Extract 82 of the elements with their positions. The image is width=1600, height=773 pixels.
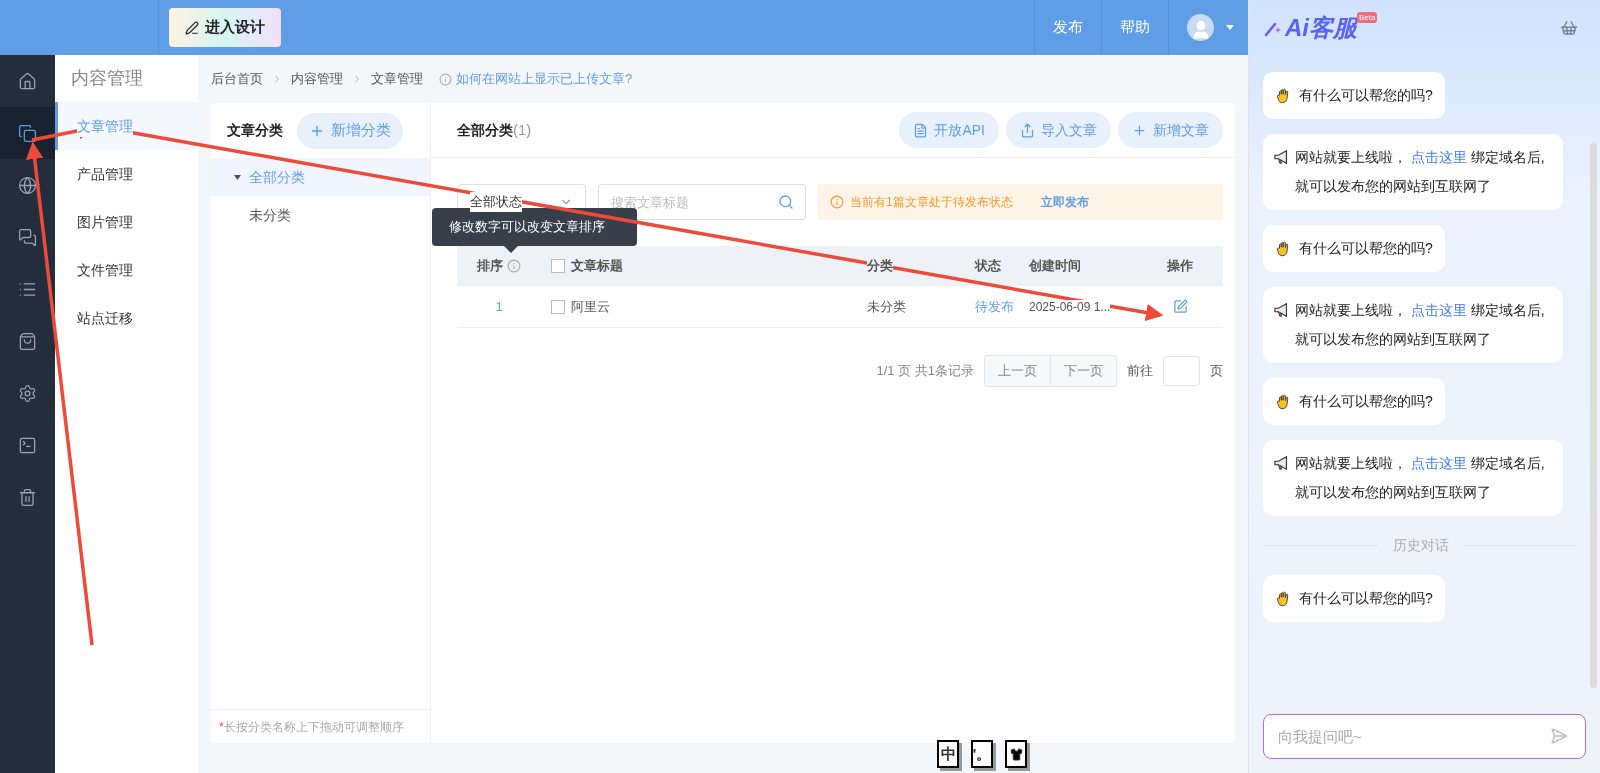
hint-text: *长按分类名称上下拖动可调整顺序 [211,709,430,743]
message-text: 有什么可以帮您的吗? [1299,589,1433,608]
terminal-icon [18,435,37,455]
design-button[interactable]: 进入设计 [169,8,281,47]
plus-icon [1132,122,1147,138]
tooltip-pointer [504,246,518,253]
search-field[interactable]: 搜索文章标题 [598,184,806,220]
toolbar-button[interactable]: 新增文章 [1118,112,1223,148]
toolbar-button[interactable]: 开放API [899,112,999,148]
help-link[interactable]: 如何在网站上显示已上传文章? [439,69,633,89]
avatar[interactable] [1187,14,1214,41]
toolbar-button[interactable]: 导入文章 [1006,112,1111,148]
order-cell[interactable]: 1 [457,296,541,317]
caret-icon[interactable] [234,174,241,180]
tooltip: 修改数字可以改变文章排序 [432,208,637,246]
trash-icon [18,487,37,507]
breadcrumb-link[interactable]: 后台首页 [211,69,263,89]
info-icon [439,72,452,86]
search-icon[interactable] [778,194,794,210]
publish-link[interactable]: 立即发布 [1040,193,1089,211]
next-button[interactable]: 下一页 [1051,356,1116,386]
basket-icon[interactable] [1560,18,1578,37]
page-unit: 页 [1210,362,1223,381]
rail-item[interactable] [0,107,55,159]
top-link[interactable]: 帮助 [1101,0,1168,55]
info-icon [830,195,844,209]
message-text: 有什么可以帮您的吗? [1299,239,1433,258]
share-icon [1020,122,1035,138]
sidebar-item[interactable]: 文件管理 [55,246,198,294]
sidebar-item[interactable]: 站点迁移 [55,294,198,342]
notice-text: 当前有1篇文章处于待发布状态 [850,194,1013,211]
ime-key[interactable]: 中 [937,740,959,768]
pages-icon [18,123,37,143]
column-header: 操作 [1166,257,1194,276]
message-text: 有什么可以帮您的吗? [1299,392,1433,411]
chat-icon [18,227,37,247]
column-header: 排序 [457,256,541,276]
ime-key[interactable]: '。 [971,740,993,768]
pen-icon [185,20,199,35]
tree-item[interactable]: 全部分类 [211,158,430,196]
panel-title: 文章分类 [227,121,283,140]
bind-domain-link[interactable]: 点击这里 [1410,455,1467,471]
add-category-button[interactable]: 新增分类 [297,112,403,149]
bind-domain-link[interactable]: 点击这里 [1410,302,1467,318]
page-summary: 1/1 页 共1条记录 [876,362,974,381]
sidebar-item[interactable]: 图片管理 [55,198,198,246]
goto-label: 前往 [1127,362,1153,381]
message-text: 网站就要上线啦， 点击这里 绑定域名后,就可以发布您的网站到互联网了 [1295,301,1546,349]
sidebar-item[interactable]: 文章管理 [55,102,198,150]
sidebar-title: 内容管理 [70,67,144,90]
column-header: 状态 [975,257,1002,276]
message-text: 网站就要上线啦， 点击这里 绑定域名后,就可以发布您的网站到互联网了 [1295,148,1546,196]
message-text: 网站就要上线啦， 点击这里 绑定域名后,就可以发布您的网站到互联网了 [1295,454,1546,502]
ime-key[interactable] [1005,740,1027,768]
document-icon [913,122,929,138]
home-icon [18,71,37,91]
edit-icon [1172,299,1188,314]
breadcrumb-link[interactable]: 内容管理 [291,69,343,89]
page-input[interactable] [1163,356,1200,386]
shirt-icon [1009,747,1023,761]
breadcrumb-link[interactable]: 文章管理 [371,69,423,89]
info-icon [507,259,521,273]
status-cell-text: 待发布 [975,297,1015,316]
chat-input[interactable]: 向我提问吧~ [1263,714,1586,759]
bind-domain-link[interactable]: 点击这里 [1410,149,1467,165]
checkbox[interactable] [551,299,565,314]
panel-title: 全部分类(1) [457,119,532,140]
tree-item[interactable]: 未分类 [211,196,430,234]
prev-button[interactable]: 上一页 [985,356,1051,386]
settings-icon [18,383,37,403]
column-header: 创建时间 [1029,257,1082,276]
sidebar-item[interactable]: 产品管理 [55,150,198,198]
planet-icon [18,175,37,195]
checkbox[interactable] [551,259,565,273]
table-cell-text: 未分类 [867,297,907,316]
message-text: 有什么可以帮您的吗? [1299,86,1433,105]
history-divider-label: 历史对话 [1392,536,1449,555]
column-header: 文章标题 [571,257,623,276]
bag-icon [18,331,37,351]
top-link[interactable]: 发布 [1034,0,1101,55]
table-cell-text: 阿里云 [571,297,610,316]
beta-badge: Beta [1357,12,1378,23]
